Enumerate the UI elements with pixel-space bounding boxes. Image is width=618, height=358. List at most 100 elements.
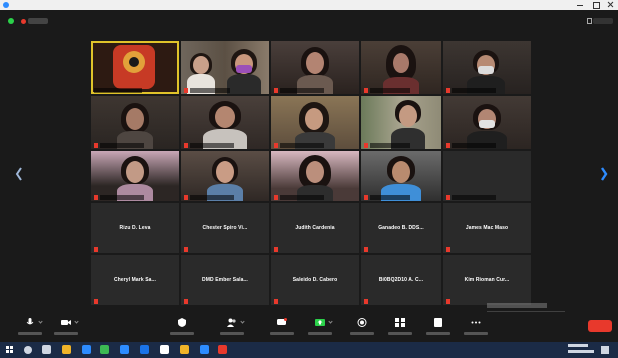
chat-button[interactable] [268, 316, 296, 340]
mute-label [18, 332, 42, 335]
participant-tile-r2c2[interactable] [181, 96, 269, 149]
participant-name-tag [94, 88, 143, 93]
participant-tile-r1c5[interactable] [443, 41, 531, 94]
windows-taskbar [0, 342, 618, 358]
participant-tile-r3c4[interactable] [361, 151, 441, 201]
participant-tile-r3c1[interactable] [91, 151, 179, 201]
video-label [54, 332, 78, 335]
share-screen-icon [315, 319, 325, 326]
caret-up-icon[interactable] [74, 319, 79, 324]
microphone-muted-icon [184, 299, 188, 304]
zoom-taskbar-icon[interactable] [200, 345, 209, 354]
participant-tile-r5c2[interactable]: DMD Ember Sala... [181, 255, 269, 305]
recording-indicator[interactable] [28, 18, 48, 24]
clock[interactable] [568, 344, 594, 356]
participant-tile-r3c5[interactable] [443, 151, 531, 201]
participant-name: Kim Rioman Cur... [464, 277, 510, 283]
participant-tile-r2c1[interactable] [91, 96, 179, 149]
participant-tile-r1c2[interactable] [181, 41, 269, 94]
more-button[interactable] [462, 316, 490, 340]
microphone-muted-icon [184, 195, 188, 200]
close-icon[interactable] [604, 1, 618, 9]
watermark-title [487, 303, 547, 308]
mute-button[interactable] [16, 316, 44, 340]
face-mask [479, 120, 495, 128]
microphone-muted-icon [274, 195, 278, 200]
participant-name-tag [370, 195, 410, 200]
microphone-icon [26, 318, 34, 325]
reactions-button[interactable] [424, 316, 452, 340]
search-icon[interactable] [24, 346, 32, 354]
participant-tile-r4c4[interactable]: Ganadeo B. DDS... [361, 203, 441, 253]
record-button[interactable] [348, 316, 376, 340]
participant-tile-r4c1[interactable]: Rizu D. Leva [91, 203, 179, 253]
windows-start-icon[interactable] [6, 346, 14, 354]
edge-icon[interactable] [82, 345, 91, 354]
microphone-muted-icon [364, 88, 368, 93]
breakout-rooms-button[interactable] [386, 316, 414, 340]
participant-tile-r3c2[interactable] [181, 151, 269, 201]
microphone-muted-icon [274, 143, 278, 148]
file-explorer-icon[interactable] [62, 345, 71, 354]
recording-dot-icon [21, 19, 26, 24]
zoom-app-icon [3, 2, 9, 8]
maximize-icon[interactable] [589, 1, 603, 9]
participant-tile-r1c3[interactable] [271, 41, 359, 94]
face-mask [478, 66, 494, 74]
participant-tile-r1c1[interactable] [91, 41, 179, 94]
participant-tile-r2c5[interactable] [443, 96, 531, 149]
previous-page-button[interactable] [15, 165, 23, 183]
chat-bubble-icon [277, 318, 287, 325]
participant-tile-r5c3[interactable]: Saleido D. Cabero [271, 255, 359, 305]
participant-tile-r4c5[interactable]: James Mac Maso [443, 203, 531, 253]
record-icon [357, 318, 367, 327]
microphone-muted-icon [446, 143, 450, 148]
caret-up-icon[interactable] [38, 319, 43, 324]
participant-tile-r5c1[interactable]: Cheryl Mark Sa... [91, 255, 179, 305]
participant-tile-r2c4[interactable] [361, 96, 441, 149]
participant-name-tag [370, 143, 410, 148]
store-icon[interactable] [100, 345, 109, 354]
minimize-icon[interactable] [573, 1, 587, 9]
share-label [308, 332, 332, 335]
participant-tile-r5c5[interactable]: Kim Rioman Cur... [443, 255, 531, 305]
app-icon[interactable] [218, 345, 227, 354]
word-icon[interactable] [140, 345, 149, 354]
face-mask [236, 65, 252, 73]
security-button[interactable] [168, 316, 196, 340]
participant-name: Ganadeo B. DDS... [378, 225, 424, 231]
start-video-button[interactable] [52, 316, 80, 340]
view-button[interactable] [593, 18, 613, 24]
next-page-button[interactable] [600, 165, 608, 183]
chrome-icon[interactable] [160, 345, 169, 354]
participant-face [306, 161, 324, 183]
gallery-grid: Rizu D. Leva Chester Spiro Vi... Judith … [91, 41, 531, 305]
participant-face [306, 52, 324, 74]
meeting-topbar [0, 10, 618, 32]
participants-button[interactable] [218, 316, 246, 340]
caret-up-icon[interactable] [328, 319, 333, 324]
shield-icon[interactable] [8, 18, 14, 24]
microphone-muted-icon [94, 247, 98, 252]
participant-face [393, 53, 409, 73]
participant-tile-r2c3[interactable] [271, 96, 359, 149]
folder-icon[interactable] [180, 345, 189, 354]
participant-name: Judith Cardenia [295, 225, 335, 231]
participant-name: Rizu D. Leva [119, 225, 151, 231]
participant-tile-r4c2[interactable]: Chester Spiro Vi... [181, 203, 269, 253]
profile-picture-emblem-center [129, 57, 139, 67]
chat-label [270, 332, 294, 335]
participant-tile-r5c4[interactable]: Bi0BQ2D10 A. C... [361, 255, 441, 305]
share-screen-button[interactable] [306, 316, 334, 340]
end-meeting-button[interactable] [588, 320, 612, 332]
participant-tile-r3c3[interactable] [271, 151, 359, 201]
participant-tile-r4c3[interactable]: Judith Cardenia [271, 203, 359, 253]
participant-tile-r1c4[interactable] [361, 41, 441, 94]
participant-name-tag [280, 143, 324, 148]
mail-icon[interactable] [120, 345, 129, 354]
breakout-label [388, 332, 412, 335]
caret-up-icon[interactable] [240, 319, 245, 324]
notifications-icon[interactable] [601, 346, 609, 354]
task-view-icon[interactable] [42, 345, 51, 354]
microphone-muted-icon [364, 299, 368, 304]
